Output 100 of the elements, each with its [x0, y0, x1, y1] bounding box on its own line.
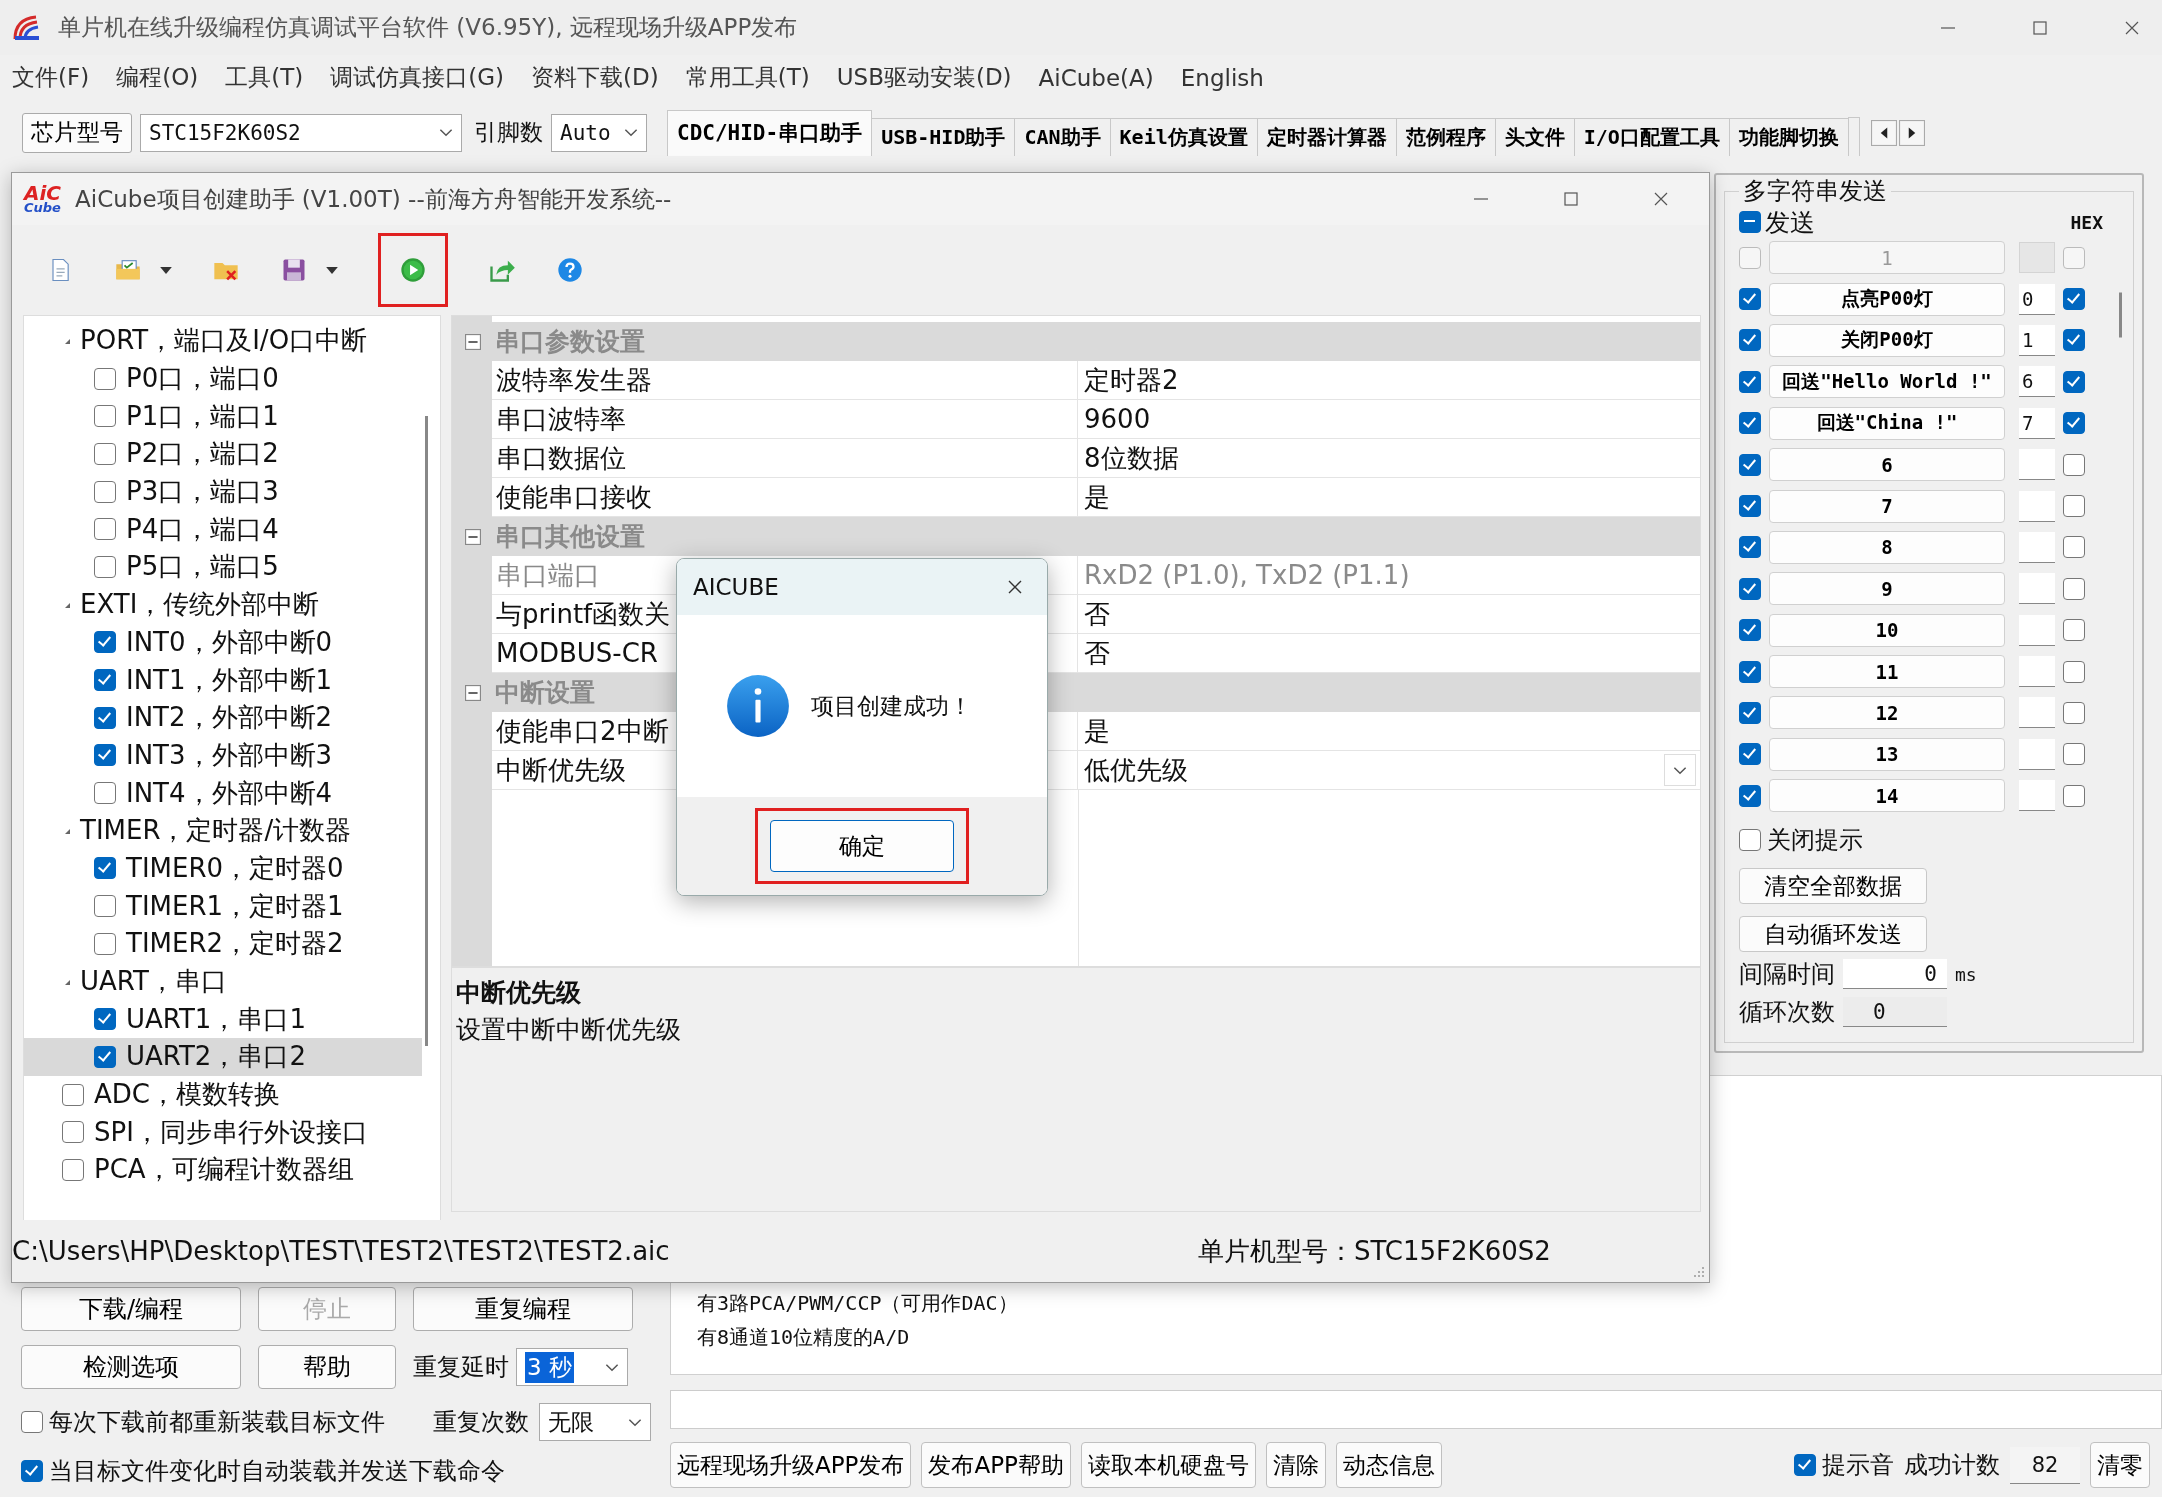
menu-item[interactable]: English	[1168, 62, 1279, 93]
send-string-button[interactable]: 回送"China !"	[1769, 406, 2005, 440]
send-string-button[interactable]: 12	[1769, 696, 2005, 730]
menu-item[interactable]: USB驱动安装(D)	[824, 60, 1027, 95]
panel-button[interactable]: 自动循环发送	[1739, 916, 1927, 953]
menu-item[interactable]: 常用工具(T)	[673, 60, 825, 95]
tab[interactable]: CDC/HID-串口助手	[667, 109, 873, 156]
success-count-field[interactable]: 82	[2010, 1446, 2080, 1484]
tree-item[interactable]: P2口，端口2	[126, 436, 279, 472]
pin-count-dropdown[interactable]: Auto	[551, 113, 647, 152]
send-string-button[interactable]: 8	[1769, 530, 2005, 564]
property-name: 串口数据位	[492, 439, 1078, 478]
send-string-button[interactable]: 6	[1769, 448, 2005, 482]
beep-option[interactable]: 提示音	[1794, 1449, 1894, 1481]
project-path: C:\Users\HP\Desktop\TEST\TEST2\TEST2\TEST2.aic	[12, 1236, 671, 1266]
description-title: 中断优先级	[456, 977, 582, 1009]
action-button[interactable]: 读取本机硬盘号	[1080, 1442, 1256, 1488]
action-button[interactable]: 动态信息	[1335, 1442, 1442, 1488]
program-button[interactable]: 重复编程	[413, 1287, 633, 1331]
tree-item[interactable]: TIMER0，定时器0	[126, 850, 344, 886]
send-label: 发送	[1765, 206, 1815, 239]
tree-item[interactable]: PCA，可编程计数器组	[94, 1152, 354, 1188]
app-logo: AiC Cube	[24, 184, 61, 214]
reload-option[interactable]: 每次下载前都重新装载目标文件	[21, 1406, 413, 1438]
repeat-delay-dropdown[interactable]: 3 秒	[516, 1348, 628, 1386]
output-line: 有3路PCA/PWM/CCP（可用作DAC）	[697, 1290, 1019, 1317]
loop-count-field[interactable]: 0	[1843, 997, 1947, 1028]
tree-item[interactable]: UART，串口	[80, 964, 227, 1000]
tree-item[interactable]: ADC，模数转换	[94, 1077, 280, 1113]
property-value[interactable]: 是	[1078, 712, 1700, 751]
tree-item[interactable]: UART1，串口1	[126, 1001, 306, 1037]
auto-send-option[interactable]: 当目标文件变化时自动装载并发送下载命令	[21, 1455, 505, 1487]
menu-item[interactable]: 文件(F)	[0, 60, 105, 95]
shortcut-field[interactable]: 7	[2019, 407, 2055, 439]
property-value[interactable]: 8位数据	[1078, 439, 1700, 478]
tree-item[interactable]: PORT，端口及I/O口中断	[80, 323, 368, 359]
tree-item[interactable]: TIMER2，定时器2	[126, 926, 344, 962]
send-string-button[interactable]: 10	[1769, 613, 2005, 647]
action-button[interactable]: 发布APP帮助	[921, 1442, 1071, 1488]
tree-item[interactable]: TIMER1，定时器1	[126, 888, 344, 924]
property-value[interactable]: 9600	[1078, 400, 1700, 439]
action-button[interactable]: 远程现场升级APP发布	[670, 1442, 912, 1488]
window-title: AiCube项目创建助手 (V1.00T) --前海方舟智能开发系统--	[75, 184, 672, 214]
panel-button[interactable]: 清空全部数据	[1739, 868, 1927, 905]
send-string-button[interactable]: 关闭P00灯	[1769, 323, 2005, 357]
menu-item[interactable]: 调试仿真接口(G)	[318, 60, 520, 95]
window-title: 单片机在线升级编程仿真调试平台软件 (V6.95Y), 远程现场升级APP发布	[58, 13, 798, 42]
category-title: 串口参数设置	[495, 326, 645, 358]
send-string-button[interactable]: 13	[1769, 737, 2005, 771]
menu-item[interactable]: 编程(O)	[104, 60, 214, 95]
send-string-button[interactable]: 14	[1769, 779, 2005, 813]
tree-item[interactable]: TIMER，定时器/计数器	[80, 813, 352, 849]
category-title: 中断设置	[495, 677, 595, 709]
property-value[interactable]: 否	[1078, 595, 1700, 634]
send-string-button[interactable]: 9	[1769, 572, 2005, 606]
shortcut-field[interactable]: 0	[2019, 283, 2055, 315]
interval-label: 间隔时间	[1739, 959, 1835, 991]
menu-item[interactable]: 工具(T)	[213, 60, 319, 95]
menu-item[interactable]: 资料下载(D)	[519, 60, 674, 95]
property-name: 波特率发生器	[492, 361, 1078, 400]
interval-field[interactable]: 0	[1843, 959, 1947, 990]
tree-item[interactable]: EXTI，传统外部中断	[80, 587, 320, 623]
action-button[interactable]: 清除	[1265, 1442, 1326, 1488]
tree-item[interactable]: P4口，端口4	[126, 511, 279, 547]
tree-item[interactable]: P3口，端口3	[126, 474, 279, 510]
property-value[interactable]: 定时器2	[1078, 361, 1700, 400]
repeat-count-dropdown[interactable]: 无限	[539, 1403, 651, 1441]
tree-item[interactable]: INT0，外部中断0	[126, 624, 333, 660]
reset-button[interactable]: 清零	[2090, 1442, 2150, 1488]
tree-item[interactable]: INT3，外部中断3	[126, 737, 333, 773]
tree-item[interactable]: INT2，外部中断2	[126, 700, 333, 736]
send-string-button[interactable]: 点亮P00灯	[1769, 282, 2005, 316]
property-name: 串口波特率	[492, 400, 1078, 439]
group-title: 多字符串发送	[1742, 176, 1888, 207]
tree-item[interactable]: P5口，端口5	[126, 549, 279, 585]
chip-model-dropdown[interactable]: STC15F2K60S2	[140, 113, 462, 152]
tool-button[interactable]: 检测选项	[21, 1345, 241, 1389]
output-line: 有8通道10位精度的A/D	[697, 1324, 911, 1351]
unit-label: ms	[1955, 963, 1977, 985]
tool-button[interactable]: 帮助	[258, 1345, 396, 1389]
send-string-button[interactable]: 11	[1769, 655, 2005, 689]
tree-item[interactable]: P0口，端口0	[126, 361, 279, 397]
category-title: 串口其他设置	[495, 521, 645, 553]
description-text: 设置中断中断优先级	[456, 1014, 682, 1046]
menu-item[interactable]: AiCube(A)	[1026, 62, 1169, 93]
send-string-button[interactable]: 7	[1769, 489, 2005, 523]
tree-item[interactable]: INT4，外部中断4	[126, 775, 333, 811]
hex-label: HEX	[2070, 211, 2103, 233]
success-count-label: 成功计数	[1904, 1450, 2000, 1481]
tree-item[interactable]: P1口，端口1	[126, 398, 279, 434]
chip-model-button[interactable]: 芯片型号	[22, 112, 132, 153]
send-string-button[interactable]: 回送"Hello World !"	[1769, 365, 2005, 399]
shortcut-field[interactable]: 1	[2019, 324, 2055, 356]
program-button[interactable]: 下载/编程	[21, 1287, 241, 1331]
shortcut-field[interactable]: 6	[2019, 366, 2055, 398]
ok-button[interactable]: 确定	[770, 820, 954, 872]
tree-item[interactable]: INT1，外部中断1	[126, 662, 333, 698]
tree-item[interactable]: SPI，同步串行外设接口	[94, 1114, 368, 1150]
close-hint-option[interactable]: 关闭提示	[1739, 824, 2125, 857]
loop-count-label: 循环次数	[1739, 997, 1835, 1029]
